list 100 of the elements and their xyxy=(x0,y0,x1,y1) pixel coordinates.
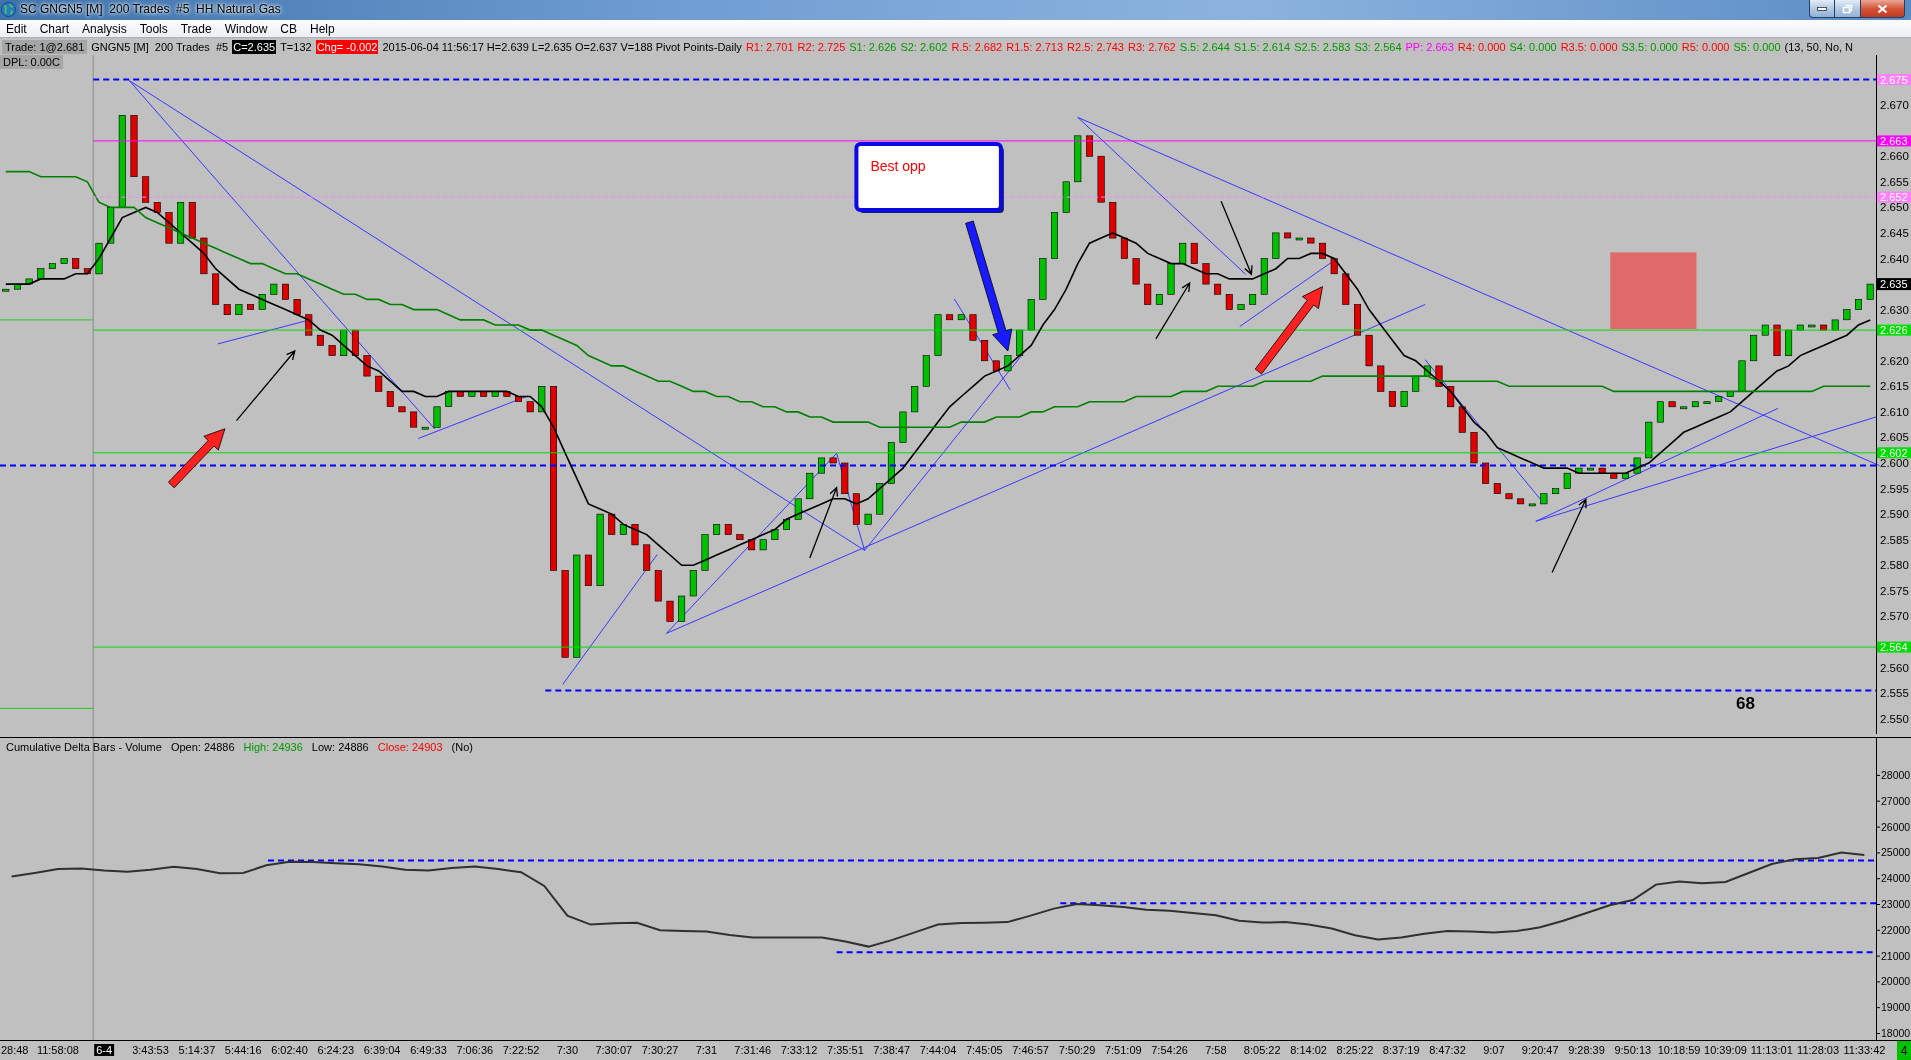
price-axis-label: 2.660 xyxy=(1880,150,1909,163)
pivot-readout: R1.5: 2.713 xyxy=(1006,39,1064,54)
price-axis-label: 2.585 xyxy=(1880,533,1909,546)
price-readout: C=2.635 xyxy=(232,39,277,54)
callout-box: Best opp xyxy=(854,142,1004,213)
price-axis-label: 2.655 xyxy=(1880,175,1909,188)
time-axis-label: 7:38:47 xyxy=(873,1044,911,1056)
menu-item[interactable]: CB xyxy=(274,20,303,37)
close-icon xyxy=(1877,3,1888,14)
menu-item[interactable]: Chart xyxy=(33,20,76,37)
price-axis-label: 2.590 xyxy=(1880,508,1909,521)
change-readout: Chg= -0.002 xyxy=(315,39,379,54)
delta-axis-label: 18000 xyxy=(1881,1027,1911,1039)
time-axis-label: 7:06:36 xyxy=(456,1044,494,1056)
legend-text: Close: 24903 xyxy=(377,741,443,753)
delta-axis-label: 27000 xyxy=(1881,794,1911,807)
price-axis-label: 2.610 xyxy=(1880,405,1909,418)
time-axis-label: 7:35:51 xyxy=(827,1044,864,1056)
close-button[interactable] xyxy=(1861,0,1905,18)
pivot-readout: S.5: 2.644 xyxy=(1179,39,1230,54)
time-axis-label: 10:18:59 xyxy=(1657,1044,1701,1056)
info-text: GNGN5 [M] 200 Trades #5 xyxy=(91,39,229,54)
price-axis-label: 2.605 xyxy=(1880,431,1909,444)
delta-axis-label: 24000 xyxy=(1881,872,1911,885)
delta-axis-label: 25000 xyxy=(1881,846,1911,859)
pivot-readout: R4: 0.000 xyxy=(1457,39,1506,54)
pivot-readout: R1: 2.701 xyxy=(745,39,794,54)
info-text: T=132 xyxy=(280,39,312,54)
time-axis-label: 7:46:57 xyxy=(1012,1044,1049,1056)
date-marker: 6-4 xyxy=(94,1044,115,1056)
delta-axis-label: 26000 xyxy=(1881,820,1911,833)
time-axis-label: 7:58 xyxy=(1205,1044,1227,1056)
current-price-tag: 2.635 xyxy=(1877,278,1911,291)
time-axis-label: 3:43:53 xyxy=(132,1044,169,1056)
menu-item[interactable]: Analysis xyxy=(76,20,133,37)
time-axis-label: 10:39:09 xyxy=(1704,1044,1747,1056)
time-axis-label: 6:49:33 xyxy=(410,1044,447,1056)
annotation: Best opp xyxy=(870,158,926,174)
delta-axis-label: 21000 xyxy=(1881,949,1911,962)
menu-item[interactable]: Trade xyxy=(174,20,218,37)
time-axis-label: 7:45:05 xyxy=(965,1044,1003,1056)
time-axis-label: 7:30 xyxy=(556,1044,579,1056)
time-axis-label: 9:20:47 xyxy=(1521,1044,1559,1056)
pivot-readout: S3: 2.564 xyxy=(1354,39,1402,54)
price-axis-label: 2.595 xyxy=(1880,482,1909,495)
price-tag: 2.663 xyxy=(1877,134,1911,147)
price-tag: 2.626 xyxy=(1877,324,1911,337)
time-axis-label: 8:05:22 xyxy=(1243,1044,1281,1056)
menu-item[interactable]: Window xyxy=(218,20,274,37)
time-axis-label: 11:28:03 xyxy=(1797,1044,1840,1056)
legend-text: (No) xyxy=(451,741,473,753)
time-axis-label: 9:28:39 xyxy=(1568,1044,1605,1056)
time-axis-label: 11:58:08 xyxy=(36,1044,79,1056)
time-axis-label: 5:14:37 xyxy=(178,1044,216,1056)
time-axis-label: 7:30:07 xyxy=(595,1044,633,1056)
price-axis-label: 2.640 xyxy=(1880,252,1909,265)
counter-badge: 4 xyxy=(1897,1041,1911,1060)
pivot-readout: S5: 0.000 xyxy=(1733,39,1781,54)
pivot-readout: S1: 2.626 xyxy=(849,39,897,54)
menu-item[interactable]: Tools xyxy=(133,20,174,37)
menu-item[interactable]: Edit xyxy=(0,20,33,37)
price-axis-label: 2.600 xyxy=(1880,457,1909,469)
time-axis-label: 8:47:32 xyxy=(1429,1044,1466,1056)
delta-axis-label: 22000 xyxy=(1881,923,1911,936)
price-tag: 2.602 xyxy=(1877,446,1911,459)
price-axis-label: 2.570 xyxy=(1880,610,1909,623)
delta-axis-label: 23000 xyxy=(1881,898,1911,910)
restore-icon xyxy=(1842,3,1853,14)
legend-text: Cumulative Delta Bars - Volume xyxy=(6,741,162,753)
delta-axis-label: 28000 xyxy=(1881,768,1911,781)
status-readout: DPL: 0.00C xyxy=(0,55,63,69)
minimize-button[interactable] xyxy=(1809,0,1835,18)
time-axis-label: 5:44:16 xyxy=(224,1044,262,1056)
time-axis-label: 6:24:23 xyxy=(317,1044,355,1056)
price-axis-label: 2.670 xyxy=(1880,99,1909,112)
time-axis-label: 7:44:04 xyxy=(919,1044,957,1056)
time-axis-label: 11:33:42 xyxy=(1843,1044,1886,1056)
delta-axis-label: 19000 xyxy=(1881,1001,1911,1014)
globe-icon xyxy=(1,2,16,17)
time-axis-label: 7:50:29 xyxy=(1058,1044,1096,1056)
pivot-readout: R2: 2.725 xyxy=(797,39,846,54)
info-text: (13, 50, No, N xyxy=(1784,39,1854,54)
menu-item[interactable]: Help xyxy=(304,20,341,37)
price-tag: 2.652 xyxy=(1877,191,1911,204)
time-axis-label: 7:31:46 xyxy=(734,1044,772,1056)
price-axis-label: 2.615 xyxy=(1880,380,1909,393)
time-axis-label: 8:14:02 xyxy=(1290,1044,1327,1056)
price-axis-label: 2.620 xyxy=(1880,354,1909,367)
time-axis-label: 9:07 xyxy=(1483,1044,1505,1056)
time-axis-label: 7:51:09 xyxy=(1104,1044,1142,1056)
delta-axis-label: 20000 xyxy=(1881,975,1911,988)
price-axis-label: 2.580 xyxy=(1880,559,1909,572)
time-axis-label: 7:54:26 xyxy=(1151,1044,1188,1056)
pivot-readout: PP: 2.663 xyxy=(1405,39,1454,54)
price-axis-label: 2.550 xyxy=(1880,712,1909,725)
price-axis-label: 2.645 xyxy=(1880,226,1909,239)
price-axis-label: 2.560 xyxy=(1880,661,1909,674)
price-tag: 2.564 xyxy=(1877,641,1911,654)
restore-button[interactable] xyxy=(1835,0,1861,18)
window-title: SC GNGN5 [M] 200 Trades #5 HH Natural Gas xyxy=(20,1,281,18)
